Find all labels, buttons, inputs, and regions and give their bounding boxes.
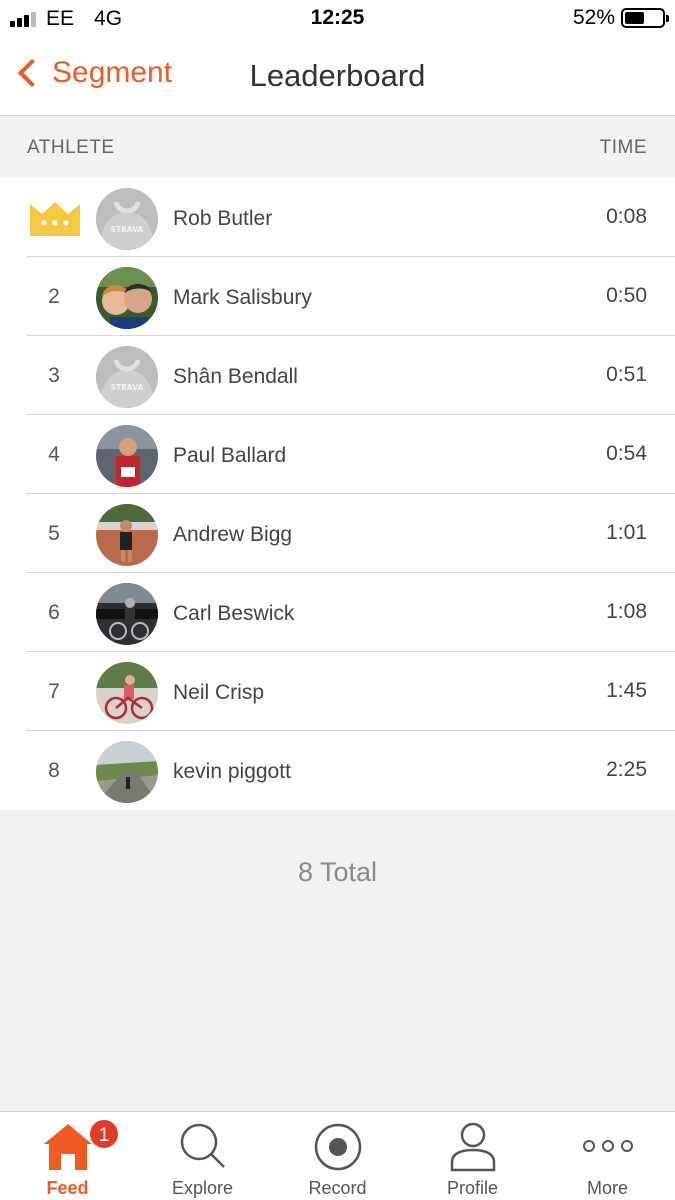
- battery-percent: 52%: [572, 6, 615, 29]
- athlete-time: 0:50: [606, 284, 647, 307]
- more-icon: [582, 1140, 633, 1152]
- leaderboard-row[interactable]: 2 Mark Salisbury 0:50: [26, 257, 675, 336]
- avatar: STRAVA: [96, 346, 158, 408]
- tab-profile[interactable]: Profile: [405, 1112, 540, 1200]
- total-count: 8 Total: [297, 857, 378, 887]
- column-header-time: TIME: [599, 137, 647, 158]
- avatar: [96, 425, 158, 487]
- battery-icon: [621, 8, 669, 28]
- tab-more[interactable]: More: [540, 1112, 675, 1200]
- avatar: [96, 267, 158, 329]
- page-title: Leaderboard: [249, 58, 426, 93]
- table-header: ATHLETE TIME: [0, 117, 675, 178]
- rank-number: 5: [48, 522, 60, 545]
- status-right: 52%: [572, 6, 669, 30]
- home-icon: [43, 1124, 92, 1170]
- avatar: [96, 583, 158, 645]
- tab-label: Feed: [46, 1178, 89, 1198]
- record-icon: [314, 1123, 361, 1171]
- column-header-athlete: ATHLETE: [27, 137, 115, 158]
- rank-number: 7: [48, 680, 60, 703]
- avatar: [96, 741, 158, 803]
- athlete-time: 1:01: [606, 521, 647, 544]
- avatar: STRAVA: [96, 188, 158, 250]
- tab-label: Profile: [446, 1178, 499, 1198]
- leaderboard-row[interactable]: 7 Neil Crisp 1:45: [26, 652, 675, 731]
- tab-label: Explore: [171, 1178, 234, 1198]
- leaderboard-row[interactable]: 5 Andrew Bigg 1:01: [26, 494, 675, 573]
- rank-number: 2: [48, 285, 60, 308]
- leaderboard-row[interactable]: 6 Carl Beswick 1:08: [26, 573, 675, 652]
- athlete-name: Andrew Bigg: [173, 523, 293, 546]
- leaderboard-list: STRAVA Rob Butler 0:08 2 Mark Salisbury …: [0, 178, 675, 810]
- crown-icon: [30, 202, 80, 236]
- profile-icon: [450, 1122, 495, 1172]
- athlete-name: kevin piggott: [173, 760, 291, 783]
- leaderboard-row[interactable]: 8 kevin piggott 2:25: [26, 731, 675, 810]
- rank-number: 4: [48, 443, 60, 466]
- rank-number: 8: [48, 759, 60, 782]
- avatar: [96, 504, 158, 566]
- tab-explore[interactable]: Explore: [135, 1112, 270, 1200]
- svg-text:STRAVA: STRAVA: [111, 383, 144, 392]
- battery-level: [625, 12, 644, 24]
- athlete-name: Paul Ballard: [173, 444, 287, 467]
- rank-number: 3: [48, 364, 60, 387]
- tab-feed[interactable]: 1 Feed: [0, 1112, 135, 1200]
- athlete-time: 0:51: [606, 363, 647, 386]
- status-bar: EE 4G 12:25 52%: [0, 0, 675, 38]
- tab-label: More: [586, 1178, 628, 1198]
- tab-label: Record: [308, 1178, 367, 1198]
- notification-badge: 1: [88, 1118, 120, 1150]
- athlete-name: Rob Butler: [173, 207, 273, 230]
- athlete-name: Neil Crisp: [173, 681, 265, 704]
- athlete-time: 1:45: [606, 679, 647, 702]
- athlete-name: Shân Bendall: [173, 365, 298, 388]
- rank-number: 6: [48, 601, 60, 624]
- leaderboard-row[interactable]: STRAVA Rob Butler 0:08: [26, 178, 675, 257]
- athlete-time: 2:25: [606, 758, 647, 781]
- athlete-name: Mark Salisbury: [173, 286, 312, 309]
- avatar: [96, 662, 158, 724]
- athlete-time: 0:54: [606, 442, 647, 465]
- athlete-name: Carl Beswick: [173, 602, 295, 625]
- search-icon: [180, 1123, 225, 1168]
- leaderboard-row[interactable]: 3 STRAVA Shân Bendall 0:51: [26, 336, 675, 415]
- tab-bar: 1 Feed Explore Record Profile More: [0, 1111, 675, 1200]
- athlete-time: 1:08: [606, 600, 647, 623]
- navigation-bar: Segment Leaderboard: [0, 38, 675, 116]
- svg-text:STRAVA: STRAVA: [111, 225, 144, 234]
- tab-record[interactable]: Record: [270, 1112, 405, 1200]
- athlete-time: 0:08: [606, 205, 647, 228]
- leaderboard-row[interactable]: 4 Paul Ballard 0:54: [26, 415, 675, 494]
